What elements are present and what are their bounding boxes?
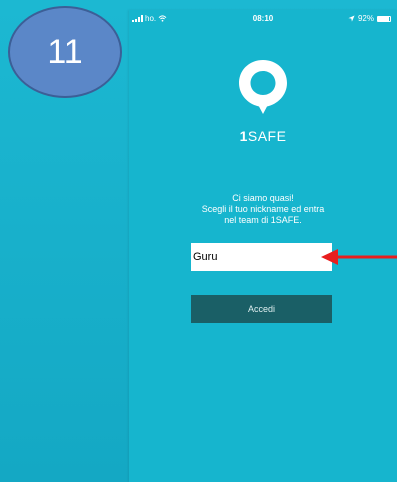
intro-line-3: nel team di 1SAFE. [224,215,302,225]
red-arrow-left-icon [321,249,397,265]
nickname-input[interactable] [191,243,332,271]
app-name-rest: SAFE [247,128,287,144]
status-right: 92% [348,14,391,23]
login-button[interactable]: Accedi [191,295,332,323]
battery-icon [377,15,391,22]
app-name-bold: 1 [239,128,248,144]
intro-text: Ci siamo quasi! Scegli il tuo nickname e… [149,193,377,226]
location-pin-icon [239,60,287,114]
status-bar: ho. 08:10 92% [129,10,397,28]
phone-screen: ho. 08:10 92% 1SAFE Ci siamo quasi! Sceg… [129,10,397,482]
step-number-badge: 11 [8,6,122,98]
step-number: 11 [47,32,83,71]
location-arrow-icon [348,15,355,22]
intro-line-2: Scegli il tuo nickname ed entra [201,204,325,214]
intro-line-1: Ci siamo quasi! [232,193,294,203]
battery-percent: 92% [357,14,374,23]
app-name: 1SAFE [129,128,397,144]
